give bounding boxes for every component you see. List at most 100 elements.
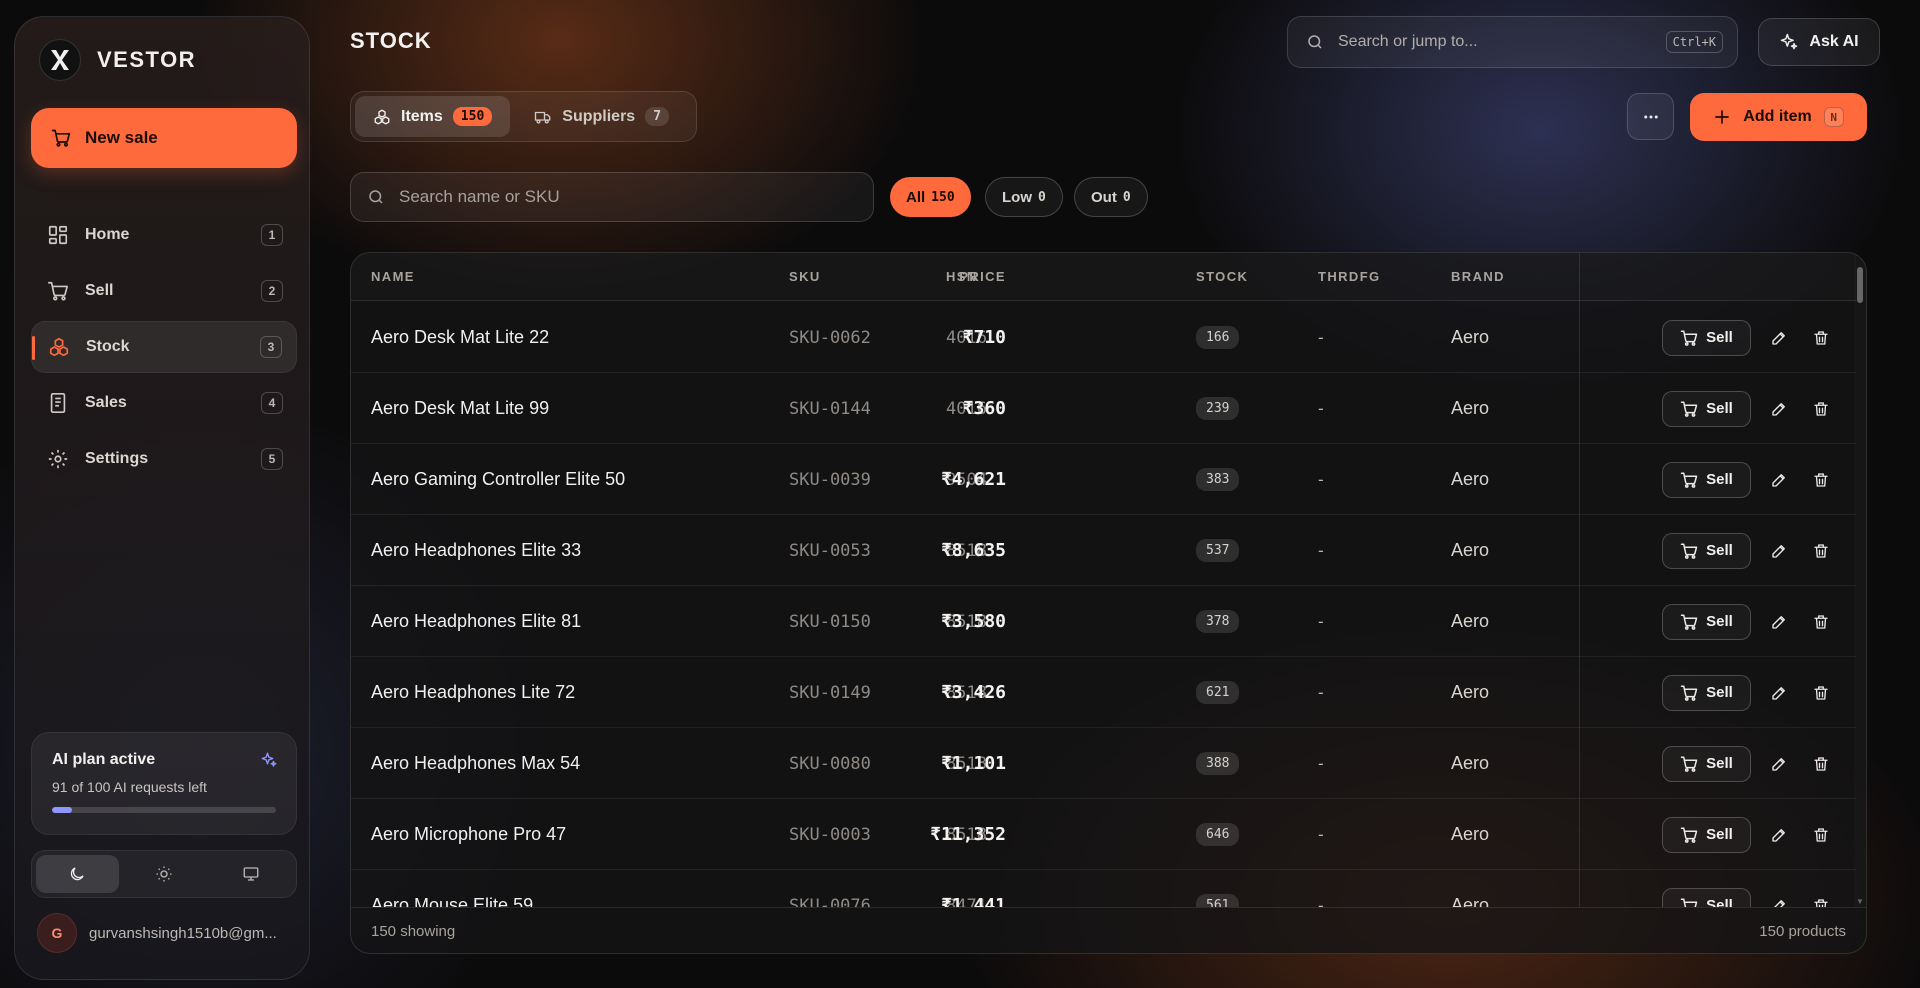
item-name: Aero Headphones Elite 81 [371,611,582,631]
scroll-down-arrow-icon[interactable]: ▼ [1856,897,1864,906]
search-icon [367,188,385,206]
table-row[interactable]: Aero Headphones Elite 33 SKU-0053 8518 ₹… [351,515,1856,586]
row-actions: Sell [1662,373,1835,444]
ai-plan-requests-left: 91 of 100 AI requests left [52,779,207,795]
shortcut-badge: 3 [260,336,282,358]
edit-button[interactable] [1765,395,1793,423]
filter-chip-low[interactable]: Low 0 [985,177,1063,217]
delete-button[interactable] [1807,892,1835,907]
delete-button[interactable] [1807,466,1835,494]
new-sale-button[interactable]: New sale [31,108,297,168]
edit-button[interactable] [1765,679,1793,707]
more-options-button[interactable] [1627,93,1674,140]
sell-button[interactable]: Sell [1662,461,1751,498]
edit-button[interactable] [1765,466,1793,494]
trash-icon [1812,400,1830,418]
delete-button[interactable] [1807,821,1835,849]
sell-button[interactable]: Sell [1662,319,1751,356]
item-sku: SKU-0144 [789,398,871,419]
stock-badge: 621 [1196,681,1240,704]
table-row[interactable]: Aero Gaming Controller Elite 50 SKU-0039… [351,444,1856,515]
edit-button[interactable] [1765,324,1793,352]
sidebar-item-home[interactable]: Home 1 [31,209,297,261]
tab-suppliers[interactable]: Suppliers 7 [516,96,687,137]
sell-button[interactable]: Sell [1662,603,1751,640]
theme-dark-button[interactable] [36,855,119,893]
sell-button[interactable]: Sell [1662,816,1751,853]
sell-button[interactable]: Sell [1662,674,1751,711]
column-header-price[interactable]: PRICE [959,269,1006,284]
sell-button[interactable]: Sell [1662,745,1751,782]
sell-label: Sell [1706,897,1733,907]
delete-button[interactable] [1807,608,1835,636]
trash-icon [1812,542,1830,560]
delete-button[interactable] [1807,750,1835,778]
pencil-icon [1770,826,1788,844]
edit-button[interactable] [1765,892,1793,907]
theme-system-button[interactable] [209,855,292,893]
add-item-button[interactable]: Add item N [1690,93,1867,141]
brand[interactable]: VESTOR [39,39,196,81]
page-title: STOCK [350,28,432,53]
shortcut-badge: 5 [261,448,283,470]
item-price: ₹3,426 [940,682,1006,703]
global-search-input[interactable]: Search or jump to... Ctrl+K [1287,16,1738,68]
stock-badge: 537 [1196,539,1240,562]
count-badge: 7 [645,107,670,126]
item-search-placeholder: Search name or SKU [399,187,560,206]
pencil-icon [1770,329,1788,347]
item-brand: Aero [1451,540,1490,560]
item-name: Aero Mouse Elite 59 [371,895,534,907]
tab-items[interactable]: Items 150 [355,96,511,137]
column-header-threshold[interactable]: THRDFG [1318,269,1381,284]
delete-button[interactable] [1807,537,1835,565]
table-row[interactable]: Aero Desk Mat Lite 22 SKU-0062 4016 ₹710… [351,302,1856,373]
delete-button[interactable] [1807,395,1835,423]
sidebar-item-stock[interactable]: Stock 3 [31,321,297,373]
pencil-icon [1770,897,1788,907]
item-stock-cell: 388 [1196,728,1240,799]
table-row[interactable]: Aero Headphones Lite 72 SKU-0149 8518 ₹3… [351,657,1856,728]
column-header-sku[interactable]: SKU [789,269,821,284]
edit-button[interactable] [1765,537,1793,565]
table-row[interactable]: Aero Desk Mat Lite 99 SKU-0144 4016 ₹360… [351,373,1856,444]
scrollbar-thumb[interactable] [1857,267,1863,303]
item-stock-cell: 646 [1196,799,1240,870]
ask-ai-button[interactable]: Ask AI [1758,18,1880,66]
table-scrollbar[interactable]: ▼ [1854,253,1866,907]
user-profile[interactable]: G gurvanshsingh1510b@gm... [37,913,277,953]
item-threshold: - [1318,611,1324,631]
edit-button[interactable] [1765,821,1793,849]
table-row[interactable]: Aero Mouse Elite 59 SKU-0076 8471 ₹1,441… [351,870,1856,907]
sidebar-item-settings[interactable]: Settings 5 [31,433,297,485]
delete-button[interactable] [1807,324,1835,352]
cart-icon [1680,684,1698,702]
item-sku: SKU-0039 [789,469,871,490]
table-row[interactable]: Aero Headphones Max 54 SKU-0080 8518 ₹1,… [351,728,1856,799]
sell-button[interactable]: Sell [1662,390,1751,427]
theme-light-button[interactable] [123,855,206,893]
sell-button[interactable]: Sell [1662,887,1751,907]
edit-button[interactable] [1765,750,1793,778]
stock-badge: 561 [1196,894,1240,907]
stock-table: NAME SKU HSN PRICE STOCK THRDFG BRAND Ae… [350,252,1867,954]
cart-icon [1680,471,1698,489]
sidebar-item-sales[interactable]: Sales 4 [31,377,297,429]
filter-chip-all[interactable]: All 150 [890,177,971,217]
table-row[interactable]: Aero Microphone Pro 47 SKU-0003 8518 ₹11… [351,799,1856,870]
item-search-input[interactable]: Search name or SKU [350,172,874,222]
filter-chip-out[interactable]: Out 0 [1074,177,1148,217]
sidebar-item-sell[interactable]: Sell 2 [31,265,297,317]
column-header-stock[interactable]: STOCK [1196,269,1248,284]
user-email: gurvanshsingh1510b@gm... [89,924,277,942]
item-stock-cell: 166 [1196,302,1240,373]
trash-icon [1812,613,1830,631]
edit-button[interactable] [1765,608,1793,636]
column-header-name[interactable]: NAME [371,269,415,284]
column-header-brand[interactable]: BRAND [1451,269,1505,284]
trash-icon [1812,826,1830,844]
delete-button[interactable] [1807,679,1835,707]
sparkle-icon [260,751,278,769]
sell-button[interactable]: Sell [1662,532,1751,569]
table-row[interactable]: Aero Headphones Elite 81 SKU-0150 8518 ₹… [351,586,1856,657]
